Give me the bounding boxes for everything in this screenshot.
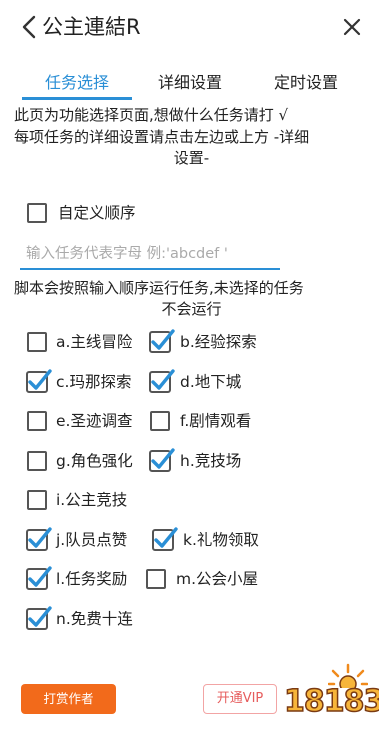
task-label-f[interactable]: f.剧情观看	[180, 410, 251, 432]
app-title: 公主連結R	[42, 15, 141, 39]
reward-author-button[interactable]: 打赏作者	[21, 684, 116, 714]
task-label-j[interactable]: j.队员点赞	[56, 529, 127, 551]
custom-order-label[interactable]: 自定义顺序	[58, 202, 136, 224]
checkmark-icon	[26, 369, 52, 393]
task-checkbox-k[interactable]	[152, 527, 178, 551]
tab-detail-settings[interactable]: 详细设置	[140, 70, 240, 96]
instruction-text-2-cont: 设置-	[173, 149, 210, 167]
checkmark-icon	[152, 527, 178, 551]
order-note-2: 不会运行	[161, 300, 222, 318]
task-label-l[interactable]: l.任务奖励	[56, 568, 127, 590]
task-checkbox-m[interactable]	[146, 569, 166, 589]
task-checkbox-b[interactable]	[149, 329, 175, 353]
activate-vip-button[interactable]: 开通VIP	[203, 684, 277, 714]
task-label-n[interactable]: n.免费十连	[56, 608, 133, 630]
checkmark-icon	[26, 606, 52, 630]
task-checkbox-n[interactable]	[26, 606, 52, 630]
instruction-text-2: 每项任务的详细设置请点击左边或上方 -详细	[14, 128, 310, 146]
task-checkbox-a[interactable]	[27, 332, 47, 352]
task-checkbox-e[interactable]	[27, 411, 47, 431]
title-bar: 公主連結R	[0, 0, 379, 56]
checkmark-icon	[149, 448, 175, 472]
watermark-text: 18183	[283, 683, 379, 720]
tab-task-select[interactable]: 任务选择	[22, 70, 132, 96]
task-label-e[interactable]: e.圣迹调查	[56, 410, 132, 432]
instruction-text-1: 此页为功能选择页面,想做什么任务请打 √	[14, 106, 289, 124]
task-checkbox-c[interactable]	[26, 369, 52, 393]
task-checkbox-f[interactable]	[150, 411, 170, 431]
task-label-a[interactable]: a.主线冒险	[56, 331, 132, 353]
task-checkbox-d[interactable]	[149, 369, 175, 393]
task-checkbox-j[interactable]	[26, 527, 52, 551]
task-label-h[interactable]: h.竞技场	[180, 450, 241, 472]
task-checkbox-h[interactable]	[149, 448, 175, 472]
task-checkbox-g[interactable]	[27, 451, 47, 471]
back-arrow-icon[interactable]	[20, 14, 38, 40]
tab-schedule-settings[interactable]: 定时设置	[256, 70, 356, 96]
checkmark-icon	[26, 527, 52, 551]
checkmark-icon	[26, 566, 52, 590]
order-note-1: 脚本会按照输入顺序运行任务,未选择的任务	[14, 279, 304, 297]
task-label-c[interactable]: c.玛那探索	[56, 371, 131, 393]
custom-order-checkbox[interactable]	[27, 203, 47, 223]
close-icon[interactable]	[343, 18, 361, 36]
checkmark-icon	[149, 369, 175, 393]
task-label-i[interactable]: i.公主竞技	[56, 489, 127, 511]
task-label-d[interactable]: d.地下城	[180, 371, 241, 393]
task-checkbox-i[interactable]	[27, 490, 47, 510]
task-order-input[interactable]	[20, 240, 280, 270]
checkmark-icon	[149, 329, 175, 353]
task-checkbox-l[interactable]	[26, 566, 52, 590]
task-label-g[interactable]: g.角色强化	[56, 450, 133, 472]
task-label-m[interactable]: m.公会小屋	[176, 568, 258, 590]
task-label-k[interactable]: k.礼物领取	[183, 529, 259, 551]
watermark-logo: 18183	[280, 662, 379, 726]
task-label-b[interactable]: b.经验探索	[180, 331, 257, 353]
active-tab-indicator	[22, 97, 132, 100]
tab-bar: 任务选择 详细设置 定时设置	[0, 70, 379, 98]
